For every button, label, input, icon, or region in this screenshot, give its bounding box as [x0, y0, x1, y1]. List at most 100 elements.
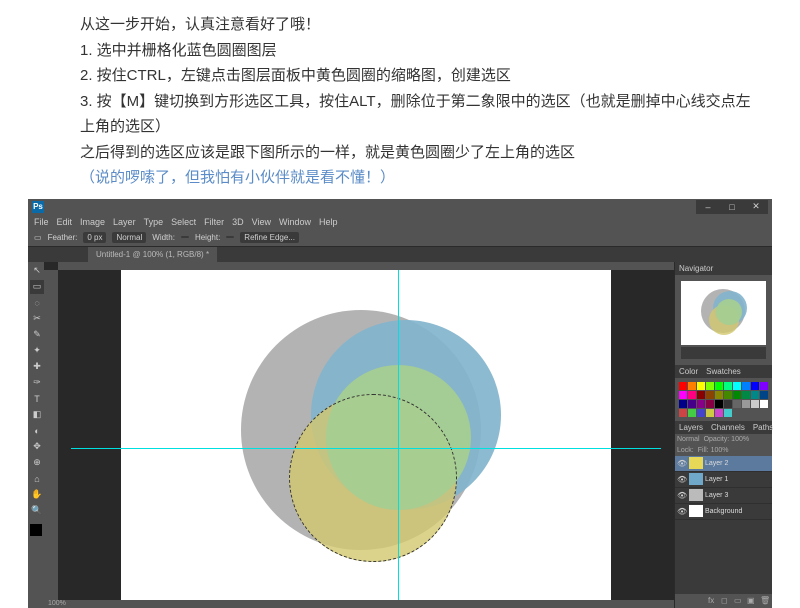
- swatch[interactable]: [679, 391, 687, 399]
- swatch[interactable]: [688, 382, 696, 390]
- menu-file[interactable]: File: [34, 217, 49, 227]
- crop-tool[interactable]: ✂: [30, 312, 44, 326]
- menu-help[interactable]: Help: [319, 217, 338, 227]
- close-button[interactable]: ✕: [744, 200, 768, 214]
- zoom-slider[interactable]: [681, 347, 766, 359]
- zoom-level[interactable]: 100%: [48, 600, 66, 607]
- guide-vertical[interactable]: [398, 270, 399, 600]
- marquee-tool-icon[interactable]: ▭: [34, 233, 42, 242]
- guide-horizontal[interactable]: [71, 448, 661, 449]
- swatch[interactable]: [715, 400, 723, 408]
- swatch[interactable]: [697, 400, 705, 408]
- swatch[interactable]: [715, 409, 723, 417]
- swatch[interactable]: [751, 400, 759, 408]
- swatch-grid[interactable]: [679, 382, 768, 417]
- swatch[interactable]: [679, 400, 687, 408]
- ruler-horizontal[interactable]: [58, 262, 674, 271]
- gradient-tool[interactable]: ◧: [30, 408, 44, 422]
- navigator-tab[interactable]: Navigator: [675, 262, 717, 275]
- eraser-tool[interactable]: T: [30, 392, 44, 406]
- layer-name[interactable]: Background: [705, 508, 742, 515]
- ruler-vertical[interactable]: [44, 270, 58, 600]
- visibility-icon[interactable]: 👁: [677, 459, 687, 468]
- layer-row[interactable]: 👁 Background: [675, 504, 772, 520]
- swatch[interactable]: [733, 382, 741, 390]
- heal-tool[interactable]: ✦: [30, 344, 44, 358]
- blur-tool[interactable]: ◐: [30, 424, 44, 438]
- move-tool[interactable]: ↖: [30, 264, 44, 278]
- menu-edit[interactable]: Edit: [57, 217, 73, 227]
- swatch[interactable]: [706, 382, 714, 390]
- menu-image[interactable]: Image: [80, 217, 105, 227]
- lasso-tool[interactable]: ◌: [30, 296, 44, 310]
- swatch[interactable]: [724, 409, 732, 417]
- swatch[interactable]: [715, 391, 723, 399]
- trash-icon[interactable]: 🗑: [760, 596, 770, 606]
- swatch[interactable]: [688, 409, 696, 417]
- stamp-tool[interactable]: ✑: [30, 376, 44, 390]
- menu-select[interactable]: Select: [171, 217, 196, 227]
- visibility-icon[interactable]: 👁: [677, 475, 687, 484]
- brush-tool[interactable]: ✚: [30, 360, 44, 374]
- swatch[interactable]: [760, 400, 768, 408]
- minimize-button[interactable]: –: [696, 200, 720, 214]
- layer-name[interactable]: Layer 3: [705, 492, 728, 499]
- layer-row[interactable]: 👁 Layer 2: [675, 456, 772, 472]
- menu-layer[interactable]: Layer: [113, 217, 136, 227]
- swatch[interactable]: [751, 391, 759, 399]
- zoom-tool[interactable]: 🔍: [30, 504, 44, 518]
- type-tool[interactable]: ⊕: [30, 456, 44, 470]
- menu-view[interactable]: View: [252, 217, 271, 227]
- eyedropper-tool[interactable]: ✎: [30, 328, 44, 342]
- color-tab[interactable]: Color: [675, 365, 702, 378]
- maximize-button[interactable]: □: [720, 200, 744, 214]
- feather-input[interactable]: 0 px: [83, 232, 106, 243]
- folder-icon[interactable]: ▭: [734, 596, 744, 606]
- swatch[interactable]: [697, 391, 705, 399]
- canvas[interactable]: [58, 270, 674, 600]
- menu-3d[interactable]: 3D: [232, 217, 244, 227]
- layer-thumbnail[interactable]: [689, 473, 703, 485]
- swatch[interactable]: [706, 400, 714, 408]
- document-tab[interactable]: Untitled-1 @ 100% (1, RGB/8) *: [88, 247, 217, 262]
- swatch[interactable]: [724, 400, 732, 408]
- width-input[interactable]: [181, 236, 189, 238]
- new-layer-icon[interactable]: ▣: [747, 596, 757, 606]
- swatch[interactable]: [706, 409, 714, 417]
- layer-row[interactable]: 👁 Layer 3: [675, 488, 772, 504]
- swatch[interactable]: [697, 409, 705, 417]
- swatch[interactable]: [742, 391, 750, 399]
- swatch[interactable]: [733, 391, 741, 399]
- refine-edge-button[interactable]: Refine Edge...: [240, 232, 299, 243]
- menu-type[interactable]: Type: [144, 217, 164, 227]
- swatch[interactable]: [742, 400, 750, 408]
- swatch[interactable]: [706, 391, 714, 399]
- fx-icon[interactable]: fx: [708, 596, 718, 606]
- swatch[interactable]: [724, 391, 732, 399]
- swatch[interactable]: [688, 400, 696, 408]
- fill-input[interactable]: Fill: 100%: [698, 447, 729, 454]
- swatch[interactable]: [679, 409, 687, 417]
- swatches-tab[interactable]: Swatches: [702, 365, 745, 378]
- shape-tool[interactable]: ⌂: [30, 472, 44, 486]
- swatch[interactable]: [715, 382, 723, 390]
- swatch[interactable]: [724, 382, 732, 390]
- opacity-input[interactable]: Opacity: 100%: [704, 436, 750, 443]
- foreground-color[interactable]: [30, 524, 42, 536]
- pen-tool[interactable]: ✥: [30, 440, 44, 454]
- layer-name[interactable]: Layer 2: [705, 460, 728, 467]
- layer-name[interactable]: Layer 1: [705, 476, 728, 483]
- marquee-tool[interactable]: ▭: [30, 280, 44, 294]
- channels-tab[interactable]: Channels: [707, 421, 749, 434]
- layer-thumbnail[interactable]: [689, 457, 703, 469]
- style-select[interactable]: Normal: [112, 232, 146, 243]
- visibility-icon[interactable]: 👁: [677, 507, 687, 516]
- menu-window[interactable]: Window: [279, 217, 311, 227]
- swatch[interactable]: [760, 382, 768, 390]
- mask-icon[interactable]: ◻: [721, 596, 731, 606]
- menu-filter[interactable]: Filter: [204, 217, 224, 227]
- visibility-icon[interactable]: 👁: [677, 491, 687, 500]
- swatch[interactable]: [742, 382, 750, 390]
- swatch[interactable]: [760, 391, 768, 399]
- layer-thumbnail[interactable]: [689, 505, 703, 517]
